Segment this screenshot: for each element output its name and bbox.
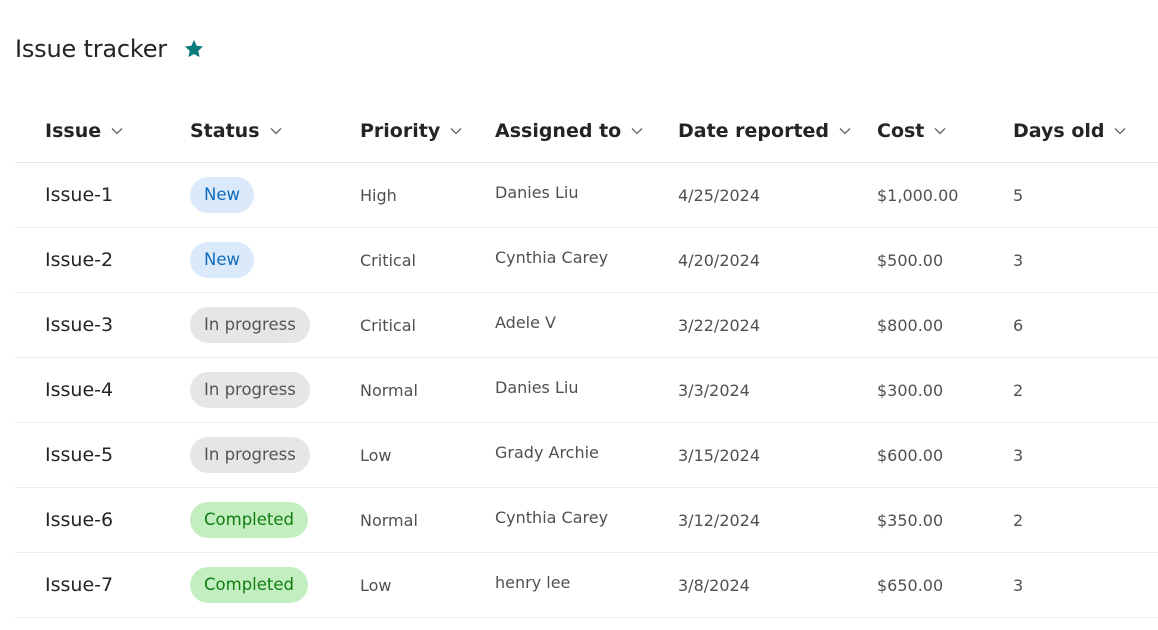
assigned-to-cell[interactable]: henry lee bbox=[495, 553, 570, 617]
table-row[interactable]: Issue-7 Completed Low henry lee 3/8/2024… bbox=[15, 553, 1158, 618]
chevron-down-icon bbox=[449, 124, 463, 138]
date-reported-cell: 3/8/2024 bbox=[678, 575, 750, 595]
status-cell: New bbox=[190, 163, 254, 227]
issue-cell[interactable]: Issue-3 bbox=[45, 293, 113, 357]
column-header-date-reported[interactable]: Date reported bbox=[678, 100, 852, 162]
assigned-to-cell[interactable]: Danies Liu bbox=[495, 358, 578, 422]
date-reported-cell: 3/3/2024 bbox=[678, 380, 750, 400]
column-header-issue[interactable]: Issue bbox=[45, 100, 124, 162]
star-icon[interactable] bbox=[183, 38, 205, 60]
status-badge: In progress bbox=[190, 372, 310, 408]
status-cell: Completed bbox=[190, 553, 308, 617]
list-page: Issue tracker Issue Status Priority Assi… bbox=[0, 0, 1158, 630]
status-cell: In progress bbox=[190, 293, 310, 357]
table-row[interactable]: Issue-5 In progress Low Grady Archie 3/1… bbox=[15, 423, 1158, 488]
days-old-cell: 5 bbox=[1013, 185, 1024, 205]
priority-cell: Normal bbox=[360, 380, 418, 400]
column-header-label: Priority bbox=[360, 120, 441, 142]
table-row[interactable]: Issue-6 Completed Normal Cynthia Carey 3… bbox=[15, 488, 1158, 553]
column-header-assigned-to[interactable]: Assigned to bbox=[495, 100, 644, 162]
days-old-cell: 3 bbox=[1013, 575, 1024, 595]
issue-cell[interactable]: Issue-5 bbox=[45, 423, 113, 487]
date-reported-cell: 3/15/2024 bbox=[678, 445, 761, 465]
table-header: Issue Status Priority Assigned to Date r… bbox=[15, 100, 1158, 163]
chevron-down-icon bbox=[110, 124, 124, 138]
cost-cell: $500.00 bbox=[877, 250, 944, 270]
priority-cell: Low bbox=[360, 575, 392, 595]
date-reported-cell: 4/20/2024 bbox=[678, 250, 761, 270]
column-header-label: Days old bbox=[1013, 120, 1105, 142]
cost-cell: $650.00 bbox=[877, 575, 944, 595]
issue-cell[interactable]: Issue-2 bbox=[45, 228, 113, 292]
priority-cell: Low bbox=[360, 445, 392, 465]
page-title: Issue tracker bbox=[15, 35, 167, 63]
status-badge: Completed bbox=[190, 567, 308, 603]
column-header-label: Assigned to bbox=[495, 120, 622, 142]
chevron-down-icon bbox=[933, 124, 947, 138]
status-cell: In progress bbox=[190, 423, 310, 487]
days-old-cell: 2 bbox=[1013, 380, 1024, 400]
status-badge: New bbox=[190, 242, 254, 278]
column-header-cost[interactable]: Cost bbox=[877, 100, 947, 162]
chevron-down-icon bbox=[630, 124, 644, 138]
days-old-cell: 3 bbox=[1013, 250, 1024, 270]
assigned-to-cell[interactable]: Adele V bbox=[495, 293, 556, 357]
table-row[interactable]: Issue-2 New Critical Cynthia Carey 4/20/… bbox=[15, 228, 1158, 293]
column-header-priority[interactable]: Priority bbox=[360, 100, 463, 162]
days-old-cell: 2 bbox=[1013, 510, 1024, 530]
cost-cell: $600.00 bbox=[877, 445, 944, 465]
priority-cell: Normal bbox=[360, 510, 418, 530]
status-badge: In progress bbox=[190, 437, 310, 473]
issue-cell[interactable]: Issue-1 bbox=[45, 163, 113, 227]
column-header-label: Issue bbox=[45, 120, 102, 142]
status-badge: New bbox=[190, 177, 254, 213]
cost-cell: $300.00 bbox=[877, 380, 944, 400]
priority-cell: Critical bbox=[360, 250, 416, 270]
assigned-to-cell[interactable]: Danies Liu bbox=[495, 163, 578, 227]
days-old-cell: 3 bbox=[1013, 445, 1024, 465]
days-old-cell: 6 bbox=[1013, 315, 1024, 335]
priority-cell: Critical bbox=[360, 315, 416, 335]
cost-cell: $800.00 bbox=[877, 315, 944, 335]
priority-cell: High bbox=[360, 185, 397, 205]
chevron-down-icon bbox=[838, 124, 852, 138]
column-header-label: Status bbox=[190, 120, 260, 142]
chevron-down-icon bbox=[1113, 124, 1127, 138]
status-cell: In progress bbox=[190, 358, 310, 422]
status-badge: Completed bbox=[190, 502, 308, 538]
status-cell: New bbox=[190, 228, 254, 292]
column-header-status[interactable]: Status bbox=[190, 100, 283, 162]
date-reported-cell: 3/22/2024 bbox=[678, 315, 761, 335]
table-row[interactable]: Issue-4 In progress Normal Danies Liu 3/… bbox=[15, 358, 1158, 423]
date-reported-cell: 3/12/2024 bbox=[678, 510, 761, 530]
issue-cell[interactable]: Issue-7 bbox=[45, 553, 113, 617]
assigned-to-cell[interactable]: Cynthia Carey bbox=[495, 228, 608, 292]
cost-cell: $350.00 bbox=[877, 510, 944, 530]
chevron-down-icon bbox=[269, 124, 283, 138]
issue-cell[interactable]: Issue-6 bbox=[45, 488, 113, 552]
date-reported-cell: 4/25/2024 bbox=[678, 185, 761, 205]
column-header-days-old[interactable]: Days old bbox=[1013, 100, 1127, 162]
column-header-label: Date reported bbox=[678, 120, 830, 142]
table-row[interactable]: Issue-3 In progress Critical Adele V 3/2… bbox=[15, 293, 1158, 358]
assigned-to-cell[interactable]: Cynthia Carey bbox=[495, 488, 608, 552]
cost-cell: $1,000.00 bbox=[877, 185, 959, 205]
issues-table: Issue Status Priority Assigned to Date r… bbox=[15, 100, 1158, 618]
status-cell: Completed bbox=[190, 488, 308, 552]
title-row: Issue tracker bbox=[15, 30, 205, 68]
issue-cell[interactable]: Issue-4 bbox=[45, 358, 113, 422]
assigned-to-cell[interactable]: Grady Archie bbox=[495, 423, 599, 487]
status-badge: In progress bbox=[190, 307, 310, 343]
table-row[interactable]: Issue-1 New High Danies Liu 4/25/2024 $1… bbox=[15, 163, 1158, 228]
column-header-label: Cost bbox=[877, 120, 925, 142]
